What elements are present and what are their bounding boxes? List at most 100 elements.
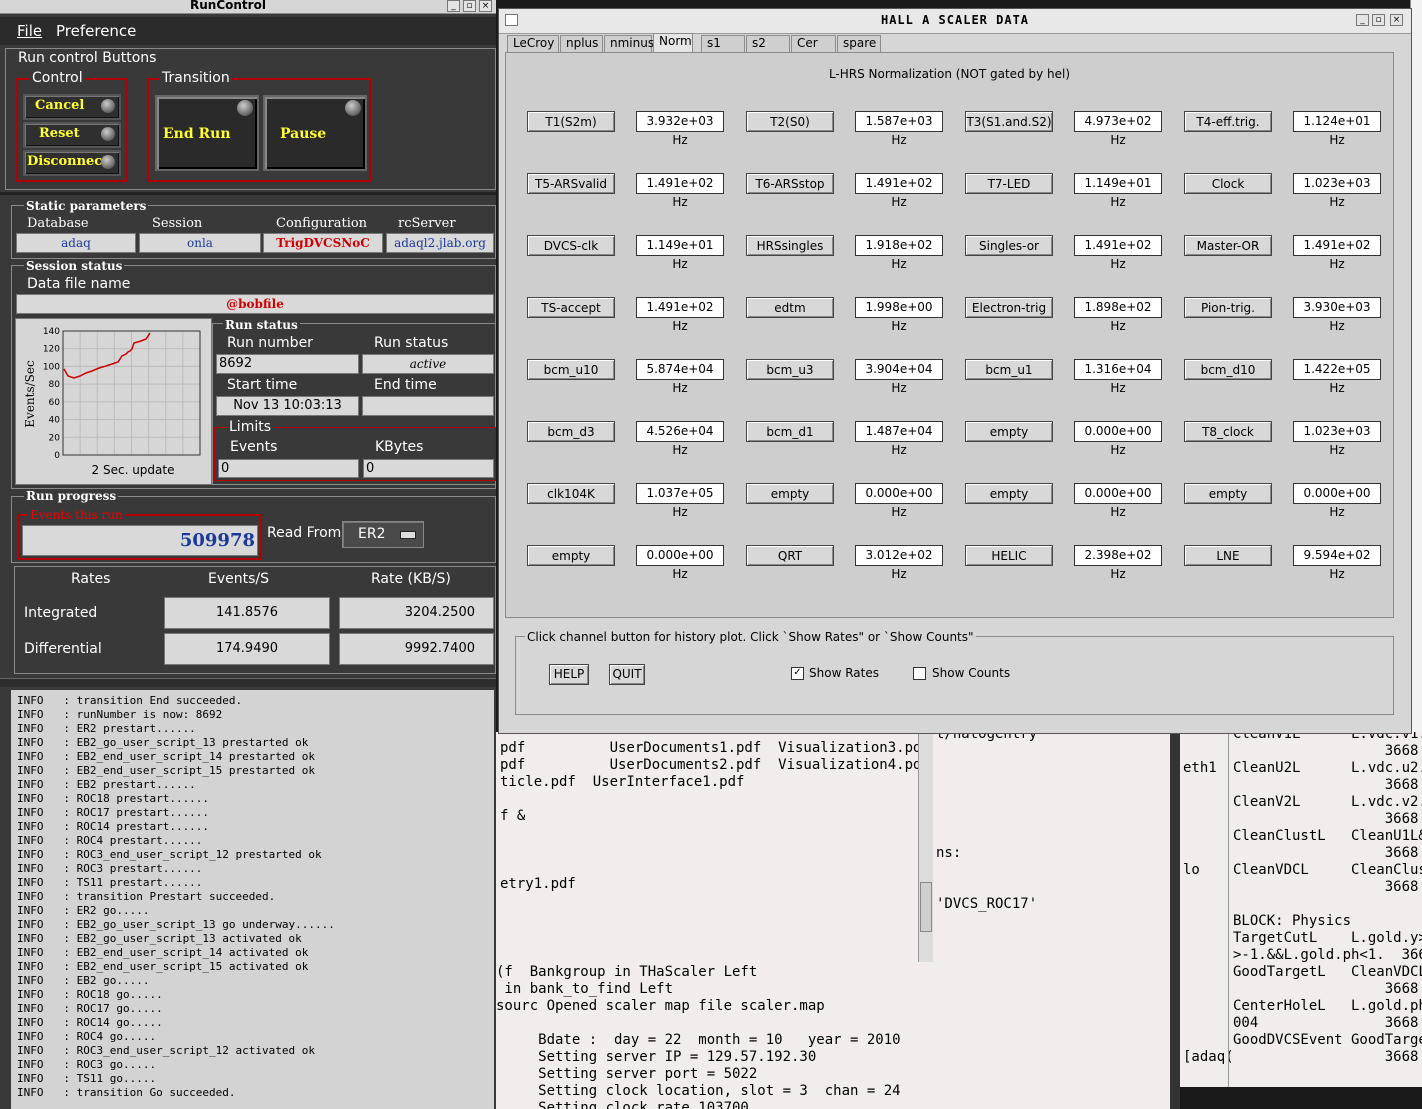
channel-button[interactable]: Clock (1184, 173, 1272, 194)
log-line: INFO : EB2_end_user_script_14 activated … (17, 946, 309, 959)
end-run-button[interactable]: End Run (155, 95, 259, 171)
minimize-icon[interactable]: _ (447, 0, 460, 12)
terminal-window-scaler-log[interactable]: (f Bankgroup in THaScaler Left in bank_t… (496, 964, 936, 1109)
show-counts-checkbox[interactable] (913, 667, 926, 680)
y-tick-label: 20 (49, 433, 61, 443)
terminal-line: CleanClustL CleanU1L& (1233, 828, 1422, 844)
channel-button[interactable]: HRSsingles (746, 235, 834, 256)
events-limit-label: Events (230, 439, 278, 455)
data-file-name-value[interactable]: @bobfile (16, 294, 494, 314)
show-rates-label[interactable]: Show Rates (809, 666, 879, 680)
channel-button[interactable]: empty (965, 421, 1053, 442)
channel-button[interactable]: LNE (1184, 545, 1272, 566)
channel-button[interactable]: Singles-or (965, 235, 1053, 256)
channel-button[interactable]: T2(S0) (746, 111, 834, 132)
log-line: INFO : ROC3 go..... (17, 1058, 157, 1071)
close-icon[interactable]: × (1390, 14, 1403, 26)
log-line: INFO : ROC14 go..... (17, 1016, 163, 1029)
channel-button[interactable]: empty (527, 545, 615, 566)
channel-button[interactable]: Electron-trig (965, 297, 1053, 318)
channel-button[interactable]: empty (746, 483, 834, 504)
channel-rate-value: 3.932e+03 Hz (636, 111, 724, 147)
channel-button[interactable]: bcm_u10 (527, 359, 615, 380)
run-number-label: Run number (227, 335, 313, 351)
terminal-window-middle[interactable]: t/hatogentry ns: 'DVCS_ROC17' (936, 732, 1178, 1109)
terminal-line: CleanU2L L.vdc.u2. (1233, 760, 1422, 776)
terminal-line: (f Bankgroup in THaScaler Left (496, 964, 758, 980)
channel-button[interactable]: T4-eff.trig. (1184, 111, 1272, 132)
read-from-label: Read From: (267, 525, 347, 541)
pause-button[interactable]: Pause (263, 95, 367, 171)
channel-button[interactable]: QRT (746, 545, 834, 566)
runcontrol-window: RunControl _ ▫ × File Preference Run con… (0, 0, 496, 1109)
terminal-scrollbar[interactable] (918, 732, 933, 962)
disconnect-button[interactable]: Disconnect (23, 150, 121, 176)
terminal-window-docs[interactable]: pdf UserDocuments1.pdf Visualization3.pd… (496, 732, 936, 964)
channel-button[interactable]: T1(S2m) (527, 111, 615, 132)
channel-button[interactable]: T7-LED (965, 173, 1053, 194)
disconnect-label: Disconnect (27, 154, 109, 169)
events-limit-input[interactable]: 0 (218, 459, 359, 478)
static-parameters-label: Static parameters (24, 199, 149, 213)
tab-nplus[interactable]: nplus (560, 35, 603, 53)
close-icon[interactable]: × (479, 0, 492, 12)
configuration-value[interactable]: TrigDVCSNoC (263, 233, 383, 253)
tab-s1[interactable]: s1 (701, 35, 745, 53)
channel-rate-value: 2.398e+02 Hz (1074, 545, 1162, 581)
led-icon (237, 100, 253, 116)
channel-button[interactable]: bcm_d10 (1184, 359, 1272, 380)
help-button[interactable]: HELP (549, 664, 589, 685)
channel-button[interactable]: edtm (746, 297, 834, 318)
log-line: INFO : EB2_go_user_script_13 activated o… (17, 932, 302, 945)
channel-button[interactable]: T5-ARSvalid (527, 173, 615, 194)
kbytes-limit-input[interactable]: 0 (363, 459, 494, 478)
channel-button[interactable]: empty (965, 483, 1053, 504)
channel-button[interactable]: Pion-trig. (1184, 297, 1272, 318)
cancel-button[interactable]: Cancel (23, 94, 121, 120)
terminal-window-cuts[interactable]: eth1 lo [adaq(CleanV1L L.vdc.v1. 3668 Clean… (1180, 732, 1422, 1087)
show-counts-label[interactable]: Show Counts (932, 666, 1010, 680)
channel-button[interactable]: empty (1184, 483, 1272, 504)
log-line: INFO : EB2_end_user_script_14 prestarted… (17, 750, 316, 763)
quit-button[interactable]: QUIT (609, 664, 645, 685)
scrollbar-thumb[interactable] (920, 882, 932, 932)
tab-spare[interactable]: spare (837, 35, 881, 53)
channel-button[interactable]: TS-accept (527, 297, 615, 318)
channel-button[interactable]: DVCS-clk (527, 235, 615, 256)
event-rate-graph: 140 120 100 80 60 40 20 0 Events/Sec 2 Sec. upd… (15, 318, 212, 485)
end-run-label: End Run (163, 126, 231, 142)
tab-norm[interactable]: Norm (653, 33, 693, 53)
scaler-title: HALL A SCALER DATA (880, 13, 1030, 27)
end-time-value (362, 396, 494, 416)
channel-button[interactable]: T8_clock (1184, 421, 1272, 442)
log-separator (0, 678, 496, 687)
channel-button[interactable]: bcm_u1 (965, 359, 1053, 380)
tab-s2[interactable]: s2 (746, 35, 790, 53)
channel-button[interactable]: T3(S1.and.S2) (965, 111, 1053, 132)
terminal-line: CleanV2L L.vdc.v2. (1233, 794, 1422, 810)
channel-rate-value: 1.487e+04 Hz (855, 421, 943, 457)
channel-button[interactable]: T6-ARSstop (746, 173, 834, 194)
channel-button[interactable]: HELIC (965, 545, 1053, 566)
menu-file[interactable]: File (17, 22, 42, 40)
terminal-line: CleanVDCL CleanClus (1233, 862, 1422, 878)
read-from-select[interactable]: ER2 (342, 521, 424, 548)
channel-button[interactable]: bcm_d3 (527, 421, 615, 442)
channel-rate-value: 1.898e+02 Hz (1074, 297, 1162, 333)
show-rates-checkbox[interactable]: ✓ (791, 667, 804, 680)
minimize-icon[interactable]: _ (1356, 14, 1369, 26)
reset-button[interactable]: Reset (23, 122, 121, 148)
channel-button[interactable]: Master-OR (1184, 235, 1272, 256)
tab-lecroy[interactable]: LeCroy (507, 35, 559, 53)
message-log[interactable]: INFO : transition End succeeded. INFO : r… (11, 690, 494, 1109)
column-divider (1228, 732, 1229, 1087)
maximize-icon[interactable]: ▫ (1372, 14, 1385, 26)
menu-preference[interactable]: Preference (56, 22, 136, 40)
maximize-icon[interactable]: ▫ (463, 0, 476, 12)
tab-cer[interactable]: Cer (791, 35, 836, 53)
channel-button[interactable]: clk104K (527, 483, 615, 504)
channel-button[interactable]: bcm_d1 (746, 421, 834, 442)
channel-button[interactable]: bcm_u3 (746, 359, 834, 380)
tab-nminus[interactable]: nminus (604, 35, 654, 53)
led-icon (101, 99, 115, 113)
